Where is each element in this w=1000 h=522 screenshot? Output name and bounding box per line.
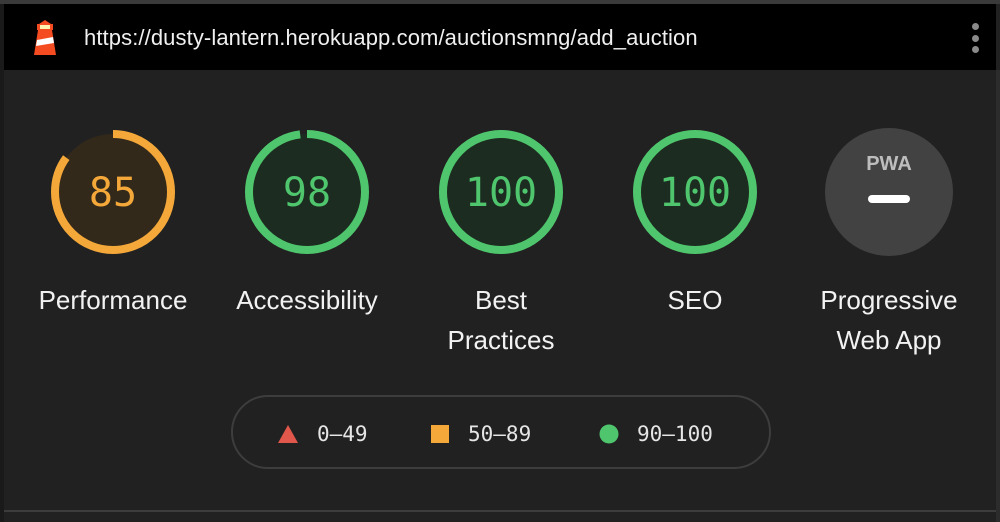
circle-icon <box>599 424 619 444</box>
page-url: https://dusty-lantern.herokuapp.com/auct… <box>84 25 698 50</box>
pwa-label: Progressive Web App <box>809 280 969 360</box>
gauge-pwa[interactable]: PWA Progressive Web App <box>809 126 969 360</box>
accessibility-gauge-ring: 98 <box>245 130 369 254</box>
legend-fail-range: 0–49 <box>317 422 368 446</box>
gauge-performance[interactable]: 85 Performance <box>33 126 193 320</box>
pwa-badge: PWA <box>825 128 953 256</box>
legend-pass: 90–100 <box>599 397 713 471</box>
pwa-badge-text: PWA <box>866 153 912 175</box>
accessibility-score: 98 <box>283 170 331 216</box>
seo-score: 100 <box>659 170 731 216</box>
best-practices-label-line1: Best <box>474 285 528 315</box>
pwa-dash-icon <box>868 195 910 203</box>
pwa-label-line1: Progressive <box>820 285 958 315</box>
best-practices-label-line2: Practices <box>447 325 555 355</box>
score-scale-legend: 0–49 50–89 90–100 <box>231 395 771 469</box>
accessibility-label: Accessibility <box>236 285 378 315</box>
window-left-border <box>0 4 4 522</box>
performance-score: 85 <box>89 170 137 216</box>
best-practices-label: Best Practices <box>421 280 581 360</box>
more-options-icon[interactable] <box>966 20 984 56</box>
gauge-best-practices[interactable]: 100 Best Practices <box>421 126 581 360</box>
best-practices-score: 100 <box>465 170 537 216</box>
scrollbar-track[interactable] <box>996 70 1000 522</box>
seo-gauge-ring: 100 <box>633 130 757 254</box>
legend-pass-range: 90–100 <box>637 422 713 446</box>
best-practices-gauge-ring: 100 <box>439 130 563 254</box>
performance-label: Performance <box>38 285 188 315</box>
pwa-label-line2: Web App <box>836 325 942 355</box>
legend-average: 50–89 <box>430 397 531 471</box>
legend-fail: 0–49 <box>277 397 368 471</box>
seo-label: SEO <box>667 285 723 315</box>
performance-gauge-ring: 85 <box>51 130 175 254</box>
lighthouse-logo-icon <box>34 20 56 55</box>
gauge-seo[interactable]: 100 SEO <box>615 126 775 320</box>
square-icon <box>431 425 449 443</box>
legend-average-range: 50–89 <box>468 422 532 446</box>
report-bottom-border <box>4 510 996 522</box>
triangle-icon <box>278 425 298 443</box>
gauge-accessibility[interactable]: 98 Accessibility <box>227 126 387 320</box>
report-header-bar: https://dusty-lantern.herokuapp.com/auct… <box>4 4 996 70</box>
